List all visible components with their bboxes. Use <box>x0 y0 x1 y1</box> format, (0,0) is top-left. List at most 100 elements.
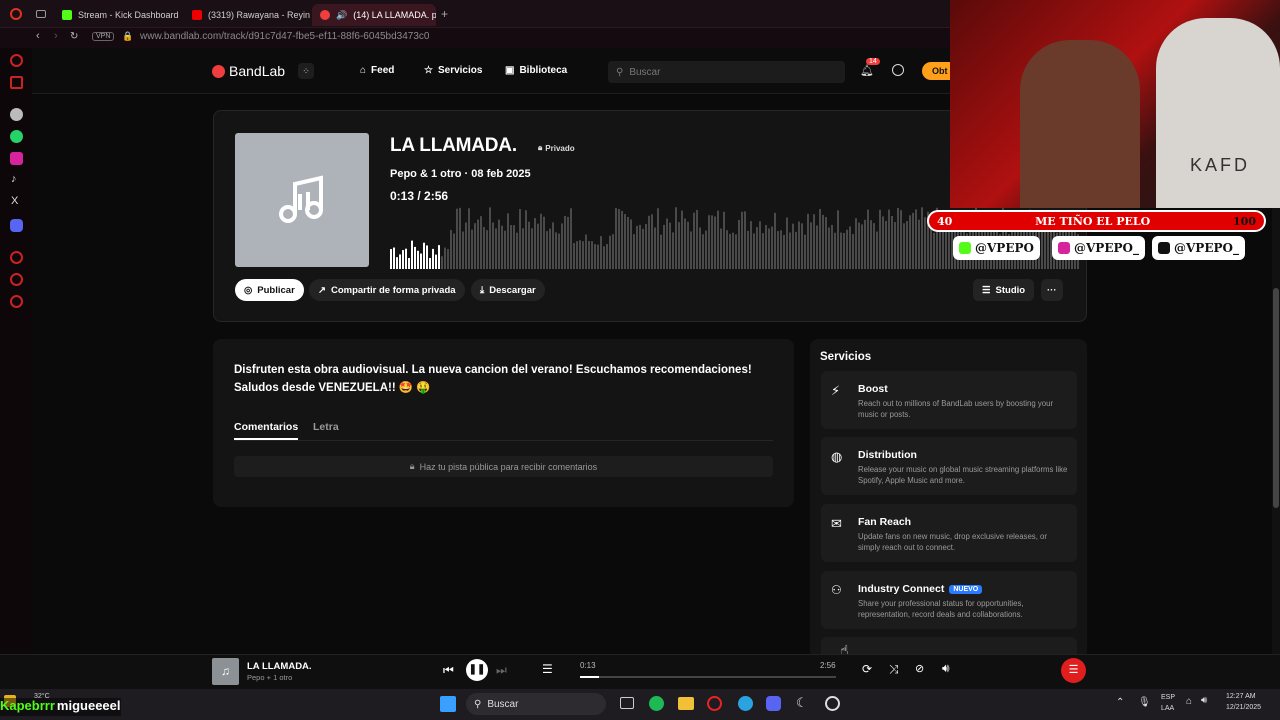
opera-logo-icon[interactable] <box>10 8 22 20</box>
repeat-icon[interactable]: ⟳ <box>862 662 872 676</box>
pinboard-icon[interactable] <box>10 273 23 286</box>
reload-icon[interactable]: ↻ <box>70 31 78 42</box>
scrollbar-thumb[interactable] <box>1273 288 1279 508</box>
apps-grid-icon[interactable]: ⁘ <box>298 63 314 79</box>
network-icon[interactable]: ⌂ <box>1186 696 1192 707</box>
lang-code[interactable]: ESP <box>1161 694 1175 701</box>
telegram-icon[interactable] <box>738 696 753 711</box>
spotify-icon[interactable] <box>649 696 664 711</box>
player-progress-track[interactable] <box>580 676 836 678</box>
search-input[interactable]: ⚲ Buscar <box>608 61 845 83</box>
waveform-bar <box>435 254 437 269</box>
tiktok-icon[interactable]: ♪ <box>11 173 17 185</box>
nav-biblioteca[interactable]: ▣ Biblioteca <box>505 65 567 76</box>
waveform-bar <box>552 222 554 269</box>
tray-chevron-icon[interactable]: ⌃ <box>1116 697 1124 708</box>
queue-icon[interactable]: ☰ <box>542 662 553 676</box>
waveform-bar <box>519 209 521 269</box>
capcut-icon[interactable]: ☾ <box>796 695 808 711</box>
waveform-bar <box>840 232 842 269</box>
share-private-button[interactable]: ↗ Compartir de forma privada <box>309 279 465 301</box>
tab-overview-icon[interactable] <box>36 10 46 18</box>
player-progress-fill <box>580 676 599 678</box>
lock-icon: 🔒︎ <box>409 461 415 471</box>
back-icon[interactable]: ‹ <box>36 30 40 42</box>
studio-button[interactable]: ☰ Studio <box>973 279 1035 301</box>
shuffle-icon[interactable]: ⤨ <box>889 662 899 677</box>
webcam-overlay: KAFD <box>950 0 1280 208</box>
service-industry-connect[interactable]: ⚇ Industry Connect NUEVO Share your profe… <box>821 571 1077 629</box>
volume-icon[interactable]: 🔊︎ <box>942 661 950 676</box>
nav-servicios[interactable]: ☆ Servicios <box>424 65 482 76</box>
chatgpt-icon[interactable] <box>10 108 23 121</box>
new-tab-button[interactable]: + <box>441 7 448 21</box>
volume-icon[interactable]: 🔊︎ <box>1201 695 1207 706</box>
mute-icon[interactable]: ⊘ <box>915 662 924 675</box>
task-view-icon[interactable] <box>620 697 634 709</box>
file-explorer-icon[interactable] <box>678 697 694 710</box>
crypto-wallet-icon[interactable] <box>10 76 23 89</box>
waveform-bar <box>417 250 419 269</box>
service-fan-reach[interactable]: ✉ Fan Reach Update fans on new music, dr… <box>821 504 1077 562</box>
bandlab-logo[interactable]: BandLab <box>212 63 285 79</box>
waveform-bar <box>804 234 806 269</box>
kick-handle: @VPEPO <box>953 236 1040 260</box>
more-options-button[interactable]: ··· <box>1041 279 1063 301</box>
messages-icon[interactable] <box>892 64 904 76</box>
url-field[interactable]: www.bandlab.com/track/d91c7d47-fbe5-ef11… <box>140 31 429 42</box>
tab-bandlab[interactable]: 🔊 (14) LA LLAMADA. po <box>312 4 436 26</box>
tab-kick-dashboard[interactable]: Stream - Kick Dashboard <box>54 4 182 26</box>
previous-icon[interactable]: ⏮︎ <box>443 663 454 678</box>
tab-lyrics[interactable]: Letra <box>313 421 339 433</box>
waveform-bar <box>504 230 506 269</box>
waveform-bar <box>444 247 446 269</box>
forward-icon[interactable]: › <box>54 30 58 42</box>
vpn-badge[interactable]: VPN <box>92 32 115 41</box>
whatsapp-icon[interactable] <box>10 130 23 143</box>
pause-button[interactable]: ❚❚ <box>466 659 488 681</box>
tab-comments[interactable]: Comentarios <box>234 421 299 440</box>
service-distribution[interactable]: ◍ Distribution Release your music on glo… <box>821 437 1077 495</box>
track-byline[interactable]: Pepo & 1 otro · 08 feb 2025 <box>390 168 531 180</box>
waveform-bar <box>654 227 656 269</box>
donation-goal-bar: 40 ME TIÑO EL PELO 100 <box>927 210 1266 232</box>
taskbar-search[interactable]: ⚲ Buscar <box>466 693 606 715</box>
player-menu-button[interactable]: ☰ <box>1061 658 1086 683</box>
mic-icon[interactable]: 🎙︎ <box>1138 697 1151 708</box>
service-boost[interactable]: ⚡︎ Boost Reach out to millions of BandLa… <box>821 371 1077 429</box>
history-icon[interactable] <box>10 251 23 264</box>
settings-icon[interactable] <box>10 295 23 308</box>
publish-button[interactable]: ◎ Publicar <box>235 279 304 301</box>
tab-youtube[interactable]: (3319) Rawayana - Reyin <box>184 4 310 26</box>
service-next[interactable] <box>821 637 1077 654</box>
discord-icon[interactable] <box>766 696 781 711</box>
download-button[interactable]: ⤓ Descargar <box>471 279 545 301</box>
tabs-divider <box>234 440 773 441</box>
waveform-bar <box>792 223 794 269</box>
next-icon[interactable]: ⏭︎ <box>496 663 507 678</box>
track-time: 0:13 / 2:56 <box>390 189 449 203</box>
x-icon[interactable]: X <box>11 195 18 207</box>
opera-taskbar-icon[interactable] <box>707 696 722 711</box>
discord-icon[interactable] <box>10 219 23 232</box>
waveform-bar <box>393 247 395 269</box>
bell-icon[interactable]: 🔔︎ <box>860 64 874 77</box>
nav-feed[interactable]: ⌂ Feed <box>360 65 394 76</box>
waveform-bar <box>468 208 470 269</box>
player-cover[interactable]: ♫ <box>212 658 239 685</box>
player-title[interactable]: LA LLAMADA. <box>247 661 312 672</box>
player-subtitle[interactable]: Pepo + 1 otro <box>247 673 292 682</box>
waveform-bar <box>609 235 611 269</box>
clock-time[interactable]: 12:27 AM <box>1226 693 1256 700</box>
browser-sidebar: ♪ X … <box>0 48 32 668</box>
aria-icon[interactable] <box>10 54 23 67</box>
waveform-bar <box>525 210 527 269</box>
waveform-bar <box>888 209 890 269</box>
app-icon[interactable] <box>825 696 840 711</box>
region-code[interactable]: LAA <box>1161 705 1174 712</box>
clock-date[interactable]: 12/21/2025 <box>1226 704 1261 711</box>
waveform-bar <box>489 207 491 269</box>
waveform-bar <box>825 217 827 269</box>
windows-start-icon[interactable] <box>440 696 456 712</box>
instagram-icon[interactable] <box>10 152 23 165</box>
